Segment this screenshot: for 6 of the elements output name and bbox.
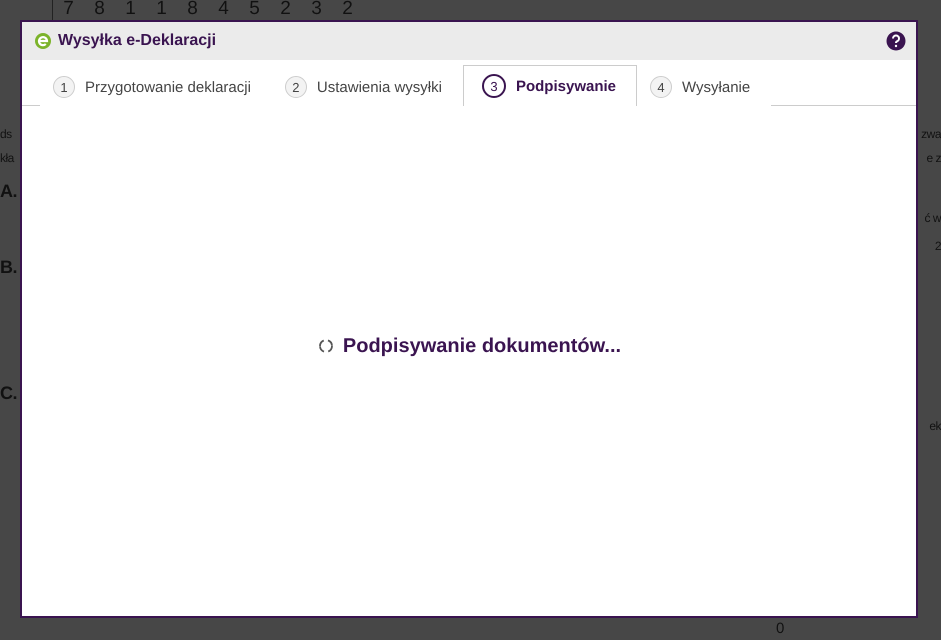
status-message: Podpisywanie dokumentów... xyxy=(342,334,622,358)
logo-icon xyxy=(34,32,52,50)
spinner-icon xyxy=(316,337,335,355)
help-icon[interactable] xyxy=(886,31,906,51)
step-tab[interactable]: 3 Podpisywanie xyxy=(462,65,637,106)
dialog-title: Wysyłka e-Deklaracji xyxy=(58,32,218,50)
